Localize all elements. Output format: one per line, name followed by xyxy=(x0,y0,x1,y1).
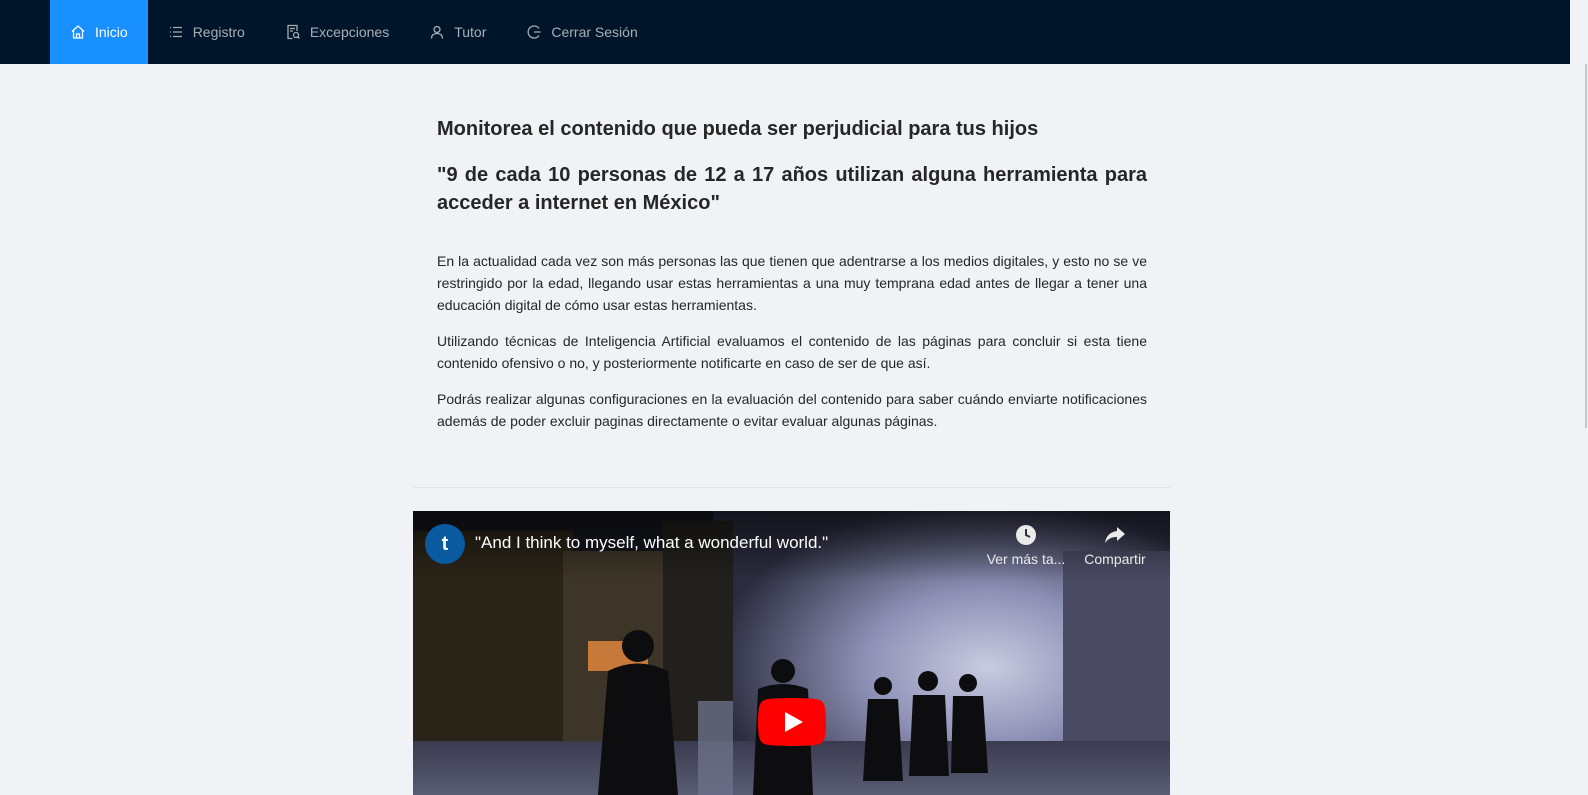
scrollbar-thumb[interactable] xyxy=(1585,64,1587,428)
share-icon xyxy=(1103,523,1127,547)
clock-icon xyxy=(1014,523,1038,547)
share-button[interactable]: Compartir xyxy=(1081,523,1149,567)
watch-later-button[interactable]: Ver más ta... xyxy=(985,523,1067,567)
section-divider xyxy=(413,487,1171,488)
file-search-icon xyxy=(285,24,301,40)
ai-paragraph: Utilizando técnicas de Inteligencia Arti… xyxy=(437,333,1147,371)
play-button[interactable] xyxy=(758,698,826,746)
logout-icon xyxy=(526,24,542,40)
embedded-video[interactable]: t "And I think to myself, what a wonderf… xyxy=(413,511,1170,795)
home-icon xyxy=(70,24,86,40)
channel-avatar[interactable]: t xyxy=(425,524,465,564)
list-icon xyxy=(168,24,184,40)
page-heading: Monitorea el contenido que pueda ser per… xyxy=(437,118,1039,140)
share-label: Compartir xyxy=(1084,551,1146,567)
intro-paragraph: En la actualidad cada vez son más person… xyxy=(437,253,1147,313)
nav-item-registro[interactable]: Registro xyxy=(148,0,265,64)
nav-item-tutor[interactable]: Tutor xyxy=(409,0,506,64)
user-icon xyxy=(429,24,445,40)
nav-item-label: Tutor xyxy=(454,24,487,40)
statistic-quote: "9 de cada 10 personas de 12 a 17 años u… xyxy=(437,164,1147,214)
video-title[interactable]: "And I think to myself, what a wonderful… xyxy=(475,533,828,553)
nav-item-cerrar-sesion[interactable]: Cerrar Sesión xyxy=(506,0,657,64)
play-icon xyxy=(758,698,826,746)
main-content: Monitorea el contenido que pueda ser per… xyxy=(437,115,1147,432)
nav-item-inicio[interactable]: Inicio xyxy=(50,0,148,64)
nav-item-label: Excepciones xyxy=(309,24,390,40)
top-navigation: Inicio Registro Excepciones Tutor Cerrar… xyxy=(0,0,1570,64)
nav-item-excepciones[interactable]: Excepciones xyxy=(265,0,409,64)
nav-item-label: Registro xyxy=(192,24,245,40)
config-paragraph: Podrás realizar algunas configuraciones … xyxy=(437,391,1147,429)
nav-item-label: Cerrar Sesión xyxy=(551,24,638,40)
watch-later-label: Ver más ta... xyxy=(986,551,1066,567)
nav-item-label: Inicio xyxy=(95,24,128,40)
